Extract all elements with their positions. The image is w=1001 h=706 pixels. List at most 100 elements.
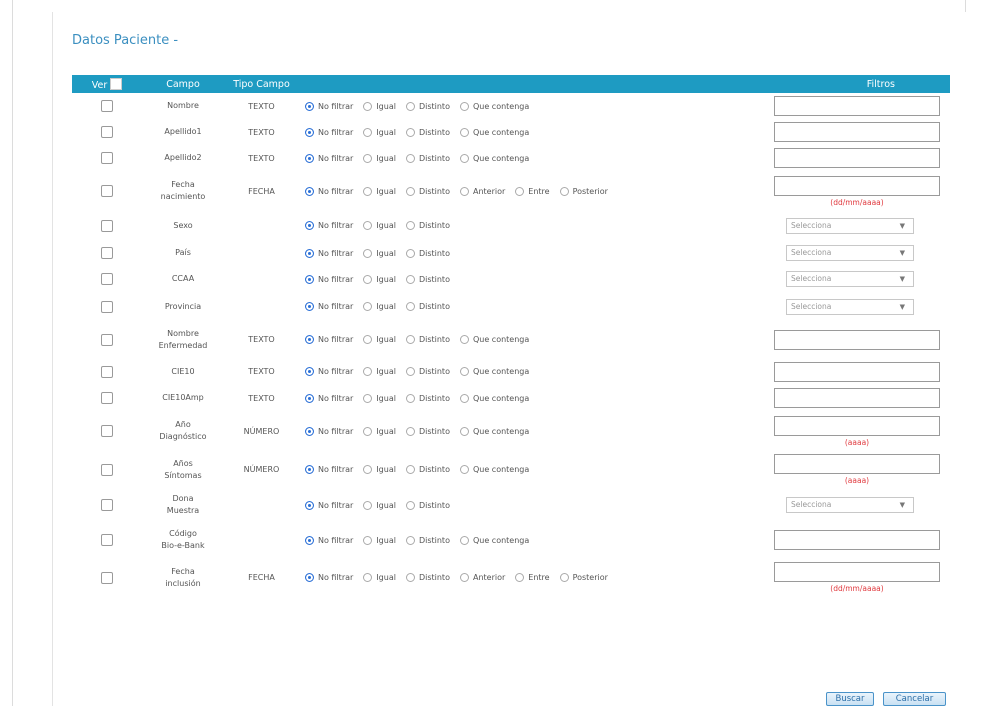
radio-button[interactable] <box>459 186 469 196</box>
radio-button[interactable] <box>459 426 469 436</box>
operator-option[interactable]: No filtrar <box>305 248 353 258</box>
radio-button[interactable] <box>305 335 314 344</box>
radio-button[interactable] <box>459 127 469 137</box>
radio-button[interactable] <box>405 302 415 311</box>
operator-option[interactable]: Anterior <box>459 573 505 582</box>
radio-button[interactable] <box>459 335 469 344</box>
ver-checkbox[interactable] <box>101 365 113 378</box>
radio-button[interactable] <box>305 573 314 582</box>
radio-button[interactable] <box>363 393 373 403</box>
operator-option[interactable]: Que contenga <box>459 393 529 403</box>
radio-button[interactable] <box>363 274 373 284</box>
operator-option[interactable]: Posterior <box>559 186 608 196</box>
operator-option[interactable]: No filtrar <box>305 335 353 344</box>
filter-select[interactable]: Selecciona ▼ <box>786 271 914 287</box>
ver-checkbox[interactable] <box>101 300 113 313</box>
radio-button[interactable] <box>305 127 314 137</box>
operator-option[interactable]: Igual <box>363 186 396 196</box>
radio-button[interactable] <box>305 153 314 163</box>
operator-option[interactable]: Distinto <box>405 367 450 376</box>
radio-button[interactable] <box>363 500 373 510</box>
operator-option[interactable]: Distinto <box>405 127 450 137</box>
operator-option[interactable]: Distinto <box>405 426 450 436</box>
filter-select[interactable]: Selecciona ▼ <box>786 217 914 234</box>
operator-option[interactable]: Entre <box>515 186 550 196</box>
radio-button[interactable] <box>405 101 415 111</box>
operator-option[interactable]: No filtrar <box>305 367 353 376</box>
ver-checkbox[interactable] <box>101 392 113 404</box>
filter-text-input[interactable] <box>774 148 940 168</box>
operator-option[interactable]: Que contenga <box>459 101 529 111</box>
select-all-checkbox[interactable] <box>110 77 123 90</box>
ver-checkbox[interactable] <box>101 425 113 437</box>
buscar-button[interactable]: Buscar <box>826 692 874 706</box>
filter-select[interactable]: Selecciona ▼ <box>786 298 914 315</box>
radio-button[interactable] <box>459 465 469 474</box>
operator-option[interactable]: Igual <box>363 426 396 436</box>
radio-button[interactable] <box>305 393 314 403</box>
radio-button[interactable] <box>515 573 525 582</box>
radio-button[interactable] <box>405 500 415 510</box>
filter-select[interactable]: Selecciona ▼ <box>786 497 914 513</box>
operator-option[interactable]: Distinto <box>405 221 450 230</box>
radio-button[interactable] <box>459 367 469 376</box>
radio-button[interactable] <box>559 573 569 582</box>
radio-button[interactable] <box>405 367 415 376</box>
ver-checkbox[interactable] <box>101 499 113 511</box>
operator-option[interactable]: Distinto <box>405 465 450 474</box>
ver-checkbox[interactable] <box>101 185 113 197</box>
operator-option[interactable]: Que contenga <box>459 465 529 474</box>
cancelar-button[interactable]: Cancelar <box>883 692 946 706</box>
operator-option[interactable]: No filtrar <box>305 500 353 510</box>
operator-option[interactable]: Igual <box>363 302 396 311</box>
radio-button[interactable] <box>405 393 415 403</box>
ver-checkbox[interactable] <box>101 463 113 476</box>
radio-button[interactable] <box>363 426 373 436</box>
radio-button[interactable] <box>305 367 314 376</box>
radio-button[interactable] <box>305 500 314 510</box>
ver-checkbox[interactable] <box>101 152 113 164</box>
filter-text-input[interactable] <box>774 96 940 116</box>
radio-button[interactable] <box>405 186 415 196</box>
filter-select[interactable]: Selecciona ▼ <box>786 245 914 261</box>
radio-button[interactable] <box>363 101 373 111</box>
section-title[interactable]: Datos Paciente - <box>72 33 178 48</box>
filter-text-input[interactable] <box>774 329 940 350</box>
filter-text-input[interactable] <box>774 361 940 382</box>
operator-option[interactable]: Igual <box>363 500 396 510</box>
radio-button[interactable] <box>405 274 415 284</box>
radio-button[interactable] <box>405 335 415 344</box>
operator-option[interactable]: Distinto <box>405 274 450 284</box>
radio-button[interactable] <box>305 221 314 230</box>
filter-text-input[interactable] <box>774 562 940 582</box>
operator-option[interactable]: Distinto <box>405 535 450 545</box>
radio-button[interactable] <box>405 153 415 163</box>
radio-button[interactable] <box>363 335 373 344</box>
operator-option[interactable]: Que contenga <box>459 335 529 344</box>
operator-option[interactable]: No filtrar <box>305 535 353 545</box>
operator-option[interactable]: Que contenga <box>459 153 529 163</box>
ver-checkbox[interactable] <box>101 534 113 546</box>
operator-option[interactable]: Distinto <box>405 500 450 510</box>
filter-text-input[interactable] <box>774 454 940 474</box>
filter-text-input[interactable] <box>774 415 940 436</box>
operator-option[interactable]: Distinto <box>405 186 450 196</box>
operator-option[interactable]: Distinto <box>405 302 450 311</box>
operator-option[interactable]: Igual <box>363 274 396 284</box>
operator-option[interactable]: Igual <box>363 535 396 545</box>
operator-option[interactable]: Que contenga <box>459 426 529 436</box>
operator-option[interactable]: Igual <box>363 248 396 258</box>
radio-button[interactable] <box>363 248 373 258</box>
operator-option[interactable]: Igual <box>363 127 396 137</box>
operator-option[interactable]: No filtrar <box>305 426 353 436</box>
radio-button[interactable] <box>405 127 415 137</box>
radio-button[interactable] <box>305 302 314 311</box>
radio-button[interactable] <box>363 186 373 196</box>
operator-option[interactable]: No filtrar <box>305 573 353 582</box>
operator-option[interactable]: No filtrar <box>305 465 353 474</box>
radio-button[interactable] <box>405 248 415 258</box>
radio-button[interactable] <box>459 535 469 545</box>
radio-button[interactable] <box>363 573 373 582</box>
radio-button[interactable] <box>405 465 415 474</box>
radio-button[interactable] <box>405 221 415 230</box>
